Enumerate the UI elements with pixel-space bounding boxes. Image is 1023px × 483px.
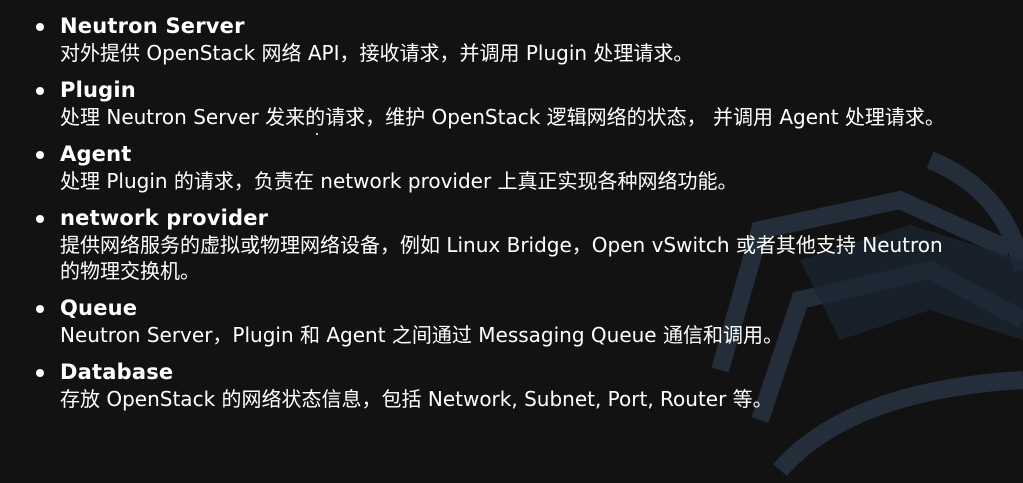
slide: Neutron Server 对外提供 OpenStack 网络 API，接收请… xyxy=(0,0,1023,483)
item-term: Database xyxy=(60,360,174,384)
bullet-icon xyxy=(36,215,44,223)
item-description: 处理 Neutron Server 发来的请求，维护 OpenStack 逻辑网… xyxy=(60,105,945,129)
item-description: 处理 Plugin 的请求，负责在 network provider 上真正实现… xyxy=(60,169,738,193)
item-term: network provider xyxy=(60,206,269,230)
list-item-agent: Agent 处理 Plugin 的请求，负责在 network provider… xyxy=(0,140,1023,194)
item-description: 提供网络服务的虚拟或物理网络设备，例如 Linux Bridge，Open vS… xyxy=(60,233,943,283)
item-term: Agent xyxy=(60,142,132,166)
bullet-list: Neutron Server 对外提供 OpenStack 网络 API，接收请… xyxy=(0,12,1023,422)
bullet-icon xyxy=(36,369,44,377)
bullet-icon xyxy=(36,87,44,95)
bullet-icon xyxy=(36,23,44,31)
item-description: Neutron Server，Plugin 和 Agent 之间通过 Messa… xyxy=(60,323,783,347)
bullet-icon xyxy=(36,305,44,313)
item-description: 对外提供 OpenStack 网络 API，接收请求，并调用 Plugin 处理… xyxy=(60,41,694,65)
item-term: Neutron Server xyxy=(60,14,245,38)
list-item-database: Database 存放 OpenStack 的网络状态信息，包括 Network… xyxy=(0,358,1023,412)
bullet-icon xyxy=(36,151,44,159)
item-term: Queue xyxy=(60,296,138,320)
list-item-neutron-server: Neutron Server 对外提供 OpenStack 网络 API，接收请… xyxy=(0,12,1023,66)
item-term: Plugin xyxy=(60,78,136,102)
list-item-queue: Queue Neutron Server，Plugin 和 Agent 之间通过… xyxy=(0,294,1023,348)
item-description: 存放 OpenStack 的网络状态信息，包括 Network, Subnet,… xyxy=(60,387,773,411)
list-item-network-provider: network provider 提供网络服务的虚拟或物理网络设备，例如 Lin… xyxy=(0,204,1023,284)
list-item-plugin: Plugin 处理 Neutron Server 发来的请求，维护 OpenSt… xyxy=(0,76,1023,130)
